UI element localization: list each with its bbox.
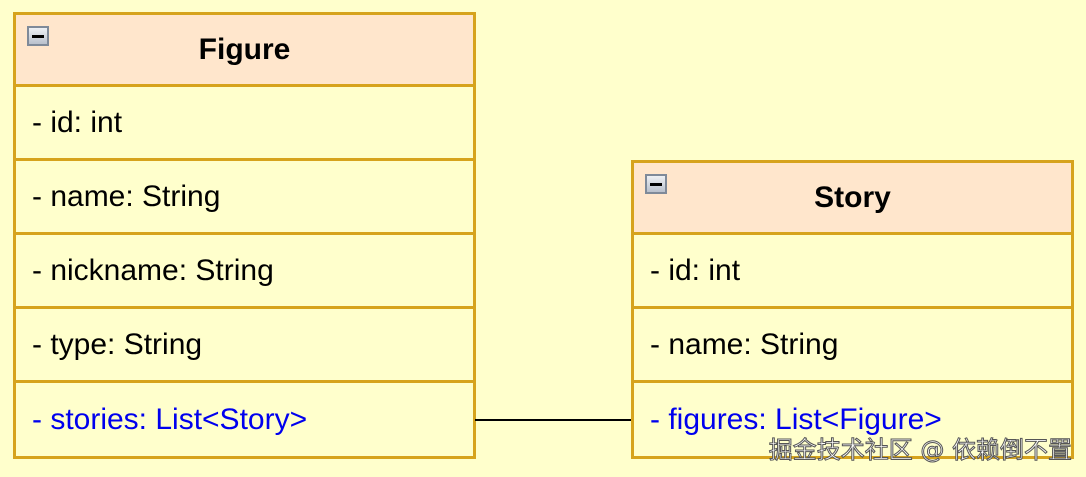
relation-attribute: - stories: List<Story>	[32, 403, 308, 436]
collapse-icon[interactable]	[27, 26, 49, 46]
class-name: Story	[814, 180, 891, 214]
class-story[interactable]: Story - id: int - name: String - figures…	[631, 160, 1074, 459]
class-figure[interactable]: Figure - id: int - name: String - nickna…	[13, 12, 476, 459]
attribute: - id: int	[634, 235, 1071, 309]
collapse-icon[interactable]	[645, 174, 667, 194]
class-header: Figure	[16, 15, 473, 87]
watermark: 掘金技术社区 @ 依赖倒不置	[768, 436, 1072, 465]
association-line[interactable]	[475, 419, 631, 421]
attribute: - nickname: String	[16, 235, 473, 309]
class-header: Story	[634, 163, 1071, 235]
attribute: - name: String	[634, 309, 1071, 383]
attribute: - name: String	[16, 161, 473, 235]
class-name: Figure	[198, 32, 291, 66]
attribute: - id: int	[16, 87, 473, 161]
attribute: - type: String	[16, 309, 473, 383]
